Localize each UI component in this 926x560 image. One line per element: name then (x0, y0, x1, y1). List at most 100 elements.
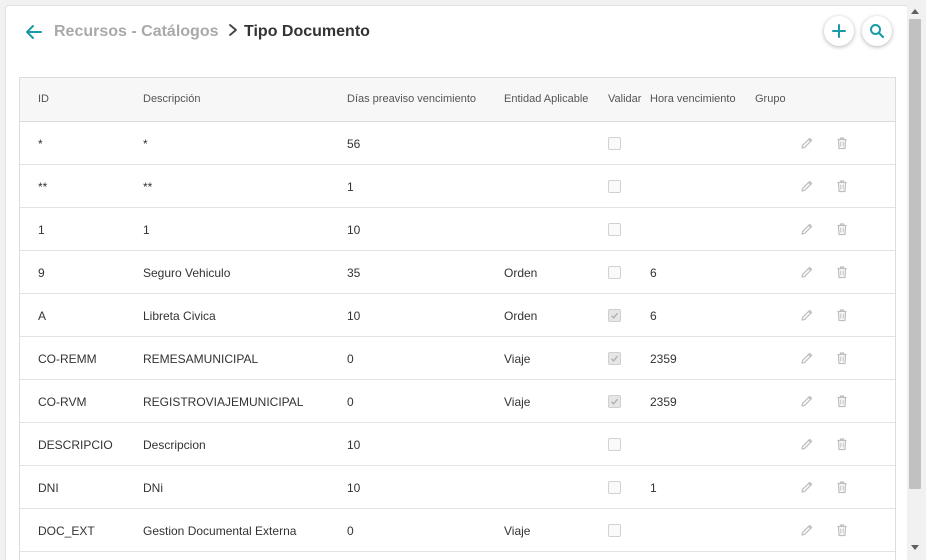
column-header-dias[interactable]: Días preaviso vencimiento (347, 93, 476, 105)
pencil-icon (801, 481, 813, 493)
cell-descripcion: DNi (143, 481, 163, 495)
table-row[interactable]: A Libreta Civica 10 Orden 6 (20, 294, 895, 337)
cell-id: A (38, 309, 47, 323)
check-icon (611, 355, 619, 362)
delete-button[interactable] (835, 351, 849, 365)
table-row[interactable]: DOC_EXT Gestion Documental Externa 0 Via… (20, 509, 895, 552)
delete-button[interactable] (835, 222, 849, 236)
chevron-right-icon (226, 23, 240, 37)
delete-button[interactable] (835, 394, 849, 408)
cell-descripcion: REGISTROVIAJEMUNICIPAL (143, 395, 304, 409)
trash-icon (837, 180, 847, 193)
cell-entidad: Orden (504, 266, 538, 280)
cell-id: 9 (38, 266, 45, 280)
cell-descripcion: * (143, 137, 148, 151)
pencil-icon (801, 524, 813, 536)
edit-button[interactable] (800, 179, 814, 193)
scroll-up-arrow-icon[interactable] (911, 9, 919, 14)
column-header-descripcion[interactable]: Descripción (143, 93, 200, 105)
cell-descripcion: Gestion Documental Externa (143, 524, 297, 538)
cell-id: CO-RVM (38, 395, 87, 409)
delete-button[interactable] (835, 523, 849, 537)
pencil-icon (801, 352, 813, 364)
scrollbar-thumb[interactable] (909, 19, 921, 489)
cell-dias: 10 (347, 223, 361, 237)
search-button[interactable] (862, 16, 892, 46)
cell-entidad: Viaje (504, 395, 531, 409)
validar-checkbox[interactable] (608, 180, 621, 193)
validar-checkbox[interactable] (608, 524, 621, 537)
table-row[interactable]: ** ** 1 (20, 165, 895, 208)
table-row[interactable]: DNI DNi 10 1 (20, 466, 895, 509)
trash-icon (837, 395, 847, 408)
delete-button[interactable] (835, 480, 849, 494)
cell-id: 1 (38, 223, 45, 237)
cell-descripcion: Seguro Vehiculo (143, 266, 231, 280)
scroll-down-arrow-icon[interactable] (911, 545, 919, 550)
validar-checkbox[interactable] (608, 309, 621, 322)
pencil-icon (801, 180, 813, 192)
trash-icon (837, 481, 847, 494)
add-button[interactable] (824, 16, 854, 46)
validar-checkbox[interactable] (608, 395, 621, 408)
trash-icon (837, 223, 847, 236)
column-header-entidad[interactable]: Entidad Aplicable (504, 93, 588, 105)
vertical-scrollbar[interactable] (907, 5, 924, 559)
edit-button[interactable] (800, 265, 814, 279)
edit-button[interactable] (800, 222, 814, 236)
table-row[interactable]: DESCRIPCIO Descripcion 10 (20, 423, 895, 466)
cell-hora: 2359 (650, 352, 677, 366)
cell-dias: 0 (347, 352, 354, 366)
table-body: * * 56 ** ** 1 1 1 10 9 Seguro Vehiculo … (20, 122, 895, 552)
search-icon (870, 24, 885, 39)
trash-icon (837, 266, 847, 279)
cell-descripcion: 1 (143, 223, 150, 237)
validar-checkbox[interactable] (608, 266, 621, 279)
table-row[interactable]: 9 Seguro Vehiculo 35 Orden 6 (20, 251, 895, 294)
edit-button[interactable] (800, 394, 814, 408)
validar-checkbox[interactable] (608, 481, 621, 494)
main-card: Recursos - Catálogos Tipo Documento ID D… (5, 5, 909, 560)
cell-hora: 6 (650, 309, 657, 323)
cell-descripcion: REMESAMUNICIPAL (143, 352, 259, 366)
cell-dias: 35 (347, 266, 361, 280)
check-icon (611, 312, 619, 319)
column-header-hora[interactable]: Hora vencimiento (650, 93, 736, 105)
cell-descripcion: Descripcion (143, 438, 206, 452)
column-header-validar[interactable]: Validar (608, 93, 641, 105)
cell-dias: 0 (347, 395, 354, 409)
breadcrumb-parent[interactable]: Recursos - Catálogos (54, 23, 218, 41)
table-row[interactable]: * * 56 (20, 122, 895, 165)
table-row[interactable]: CO-RVM REGISTROVIAJEMUNICIPAL 0 Viaje 23… (20, 380, 895, 423)
validar-checkbox[interactable] (608, 137, 621, 150)
edit-button[interactable] (800, 351, 814, 365)
edit-button[interactable] (800, 308, 814, 322)
cell-entidad: Viaje (504, 352, 531, 366)
delete-button[interactable] (835, 136, 849, 150)
table-row[interactable]: CO-REMM REMESAMUNICIPAL 0 Viaje 2359 (20, 337, 895, 380)
documents-table: ID Descripción Días preaviso vencimiento… (19, 77, 896, 560)
cell-id: * (38, 137, 43, 151)
trash-icon (837, 352, 847, 365)
edit-button[interactable] (800, 523, 814, 537)
check-icon (611, 398, 619, 405)
pencil-icon (801, 137, 813, 149)
cell-dias: 10 (347, 481, 361, 495)
table-row[interactable]: 1 1 10 (20, 208, 895, 251)
trash-icon (837, 309, 847, 322)
plus-icon (832, 24, 846, 38)
validar-checkbox[interactable] (608, 438, 621, 451)
validar-checkbox[interactable] (608, 352, 621, 365)
delete-button[interactable] (835, 308, 849, 322)
edit-button[interactable] (800, 480, 814, 494)
trash-icon (837, 137, 847, 150)
edit-button[interactable] (800, 136, 814, 150)
back-button[interactable] (23, 21, 45, 43)
validar-checkbox[interactable] (608, 223, 621, 236)
delete-button[interactable] (835, 437, 849, 451)
column-header-id[interactable]: ID (38, 93, 49, 105)
column-header-grupo[interactable]: Grupo (755, 93, 786, 105)
delete-button[interactable] (835, 265, 849, 279)
delete-button[interactable] (835, 179, 849, 193)
edit-button[interactable] (800, 437, 814, 451)
